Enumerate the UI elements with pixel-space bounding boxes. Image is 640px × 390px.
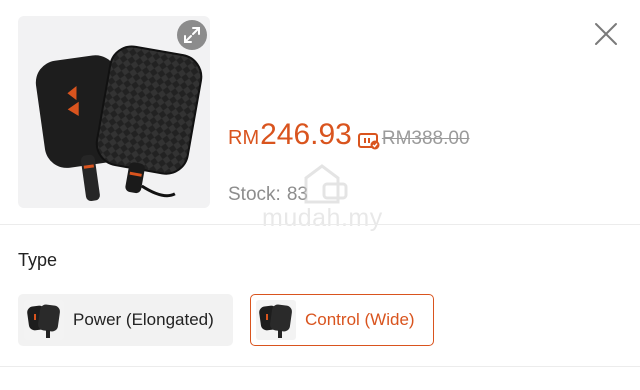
watermark-text: mudah.my [262, 204, 383, 232]
close-x-icon [595, 23, 617, 45]
expand-arrows-icon [184, 27, 200, 43]
section-divider [0, 224, 640, 225]
price-value: 246.93 [260, 118, 352, 151]
variant-thumbnail-image [24, 300, 64, 340]
variant-option-label: Power (Elongated) [73, 310, 214, 329]
product-image[interactable] [18, 16, 210, 208]
price-row: RM 246.93 RM388.00 [228, 118, 470, 158]
variant-option-control[interactable]: Control (Wide) [250, 294, 434, 346]
close-button[interactable] [590, 18, 622, 50]
price-currency: RM [228, 127, 260, 149]
variant-type-label: Type [18, 250, 58, 270]
variant-option-label: Control (Wide) [305, 310, 415, 329]
variant-thumbnail-image [256, 300, 296, 340]
voucher-ticket-icon [357, 133, 380, 150]
variant-selector-sheet: RM 246.93 RM388.00 Stock: 83 mudah.my Ty… [0, 0, 640, 390]
section-divider [0, 366, 640, 367]
expand-image-button[interactable] [177, 20, 207, 50]
original-price: RM388.00 [381, 128, 470, 149]
watermark-logo-icon [304, 164, 348, 204]
variant-option-power[interactable]: Power (Elongated) [18, 294, 233, 346]
